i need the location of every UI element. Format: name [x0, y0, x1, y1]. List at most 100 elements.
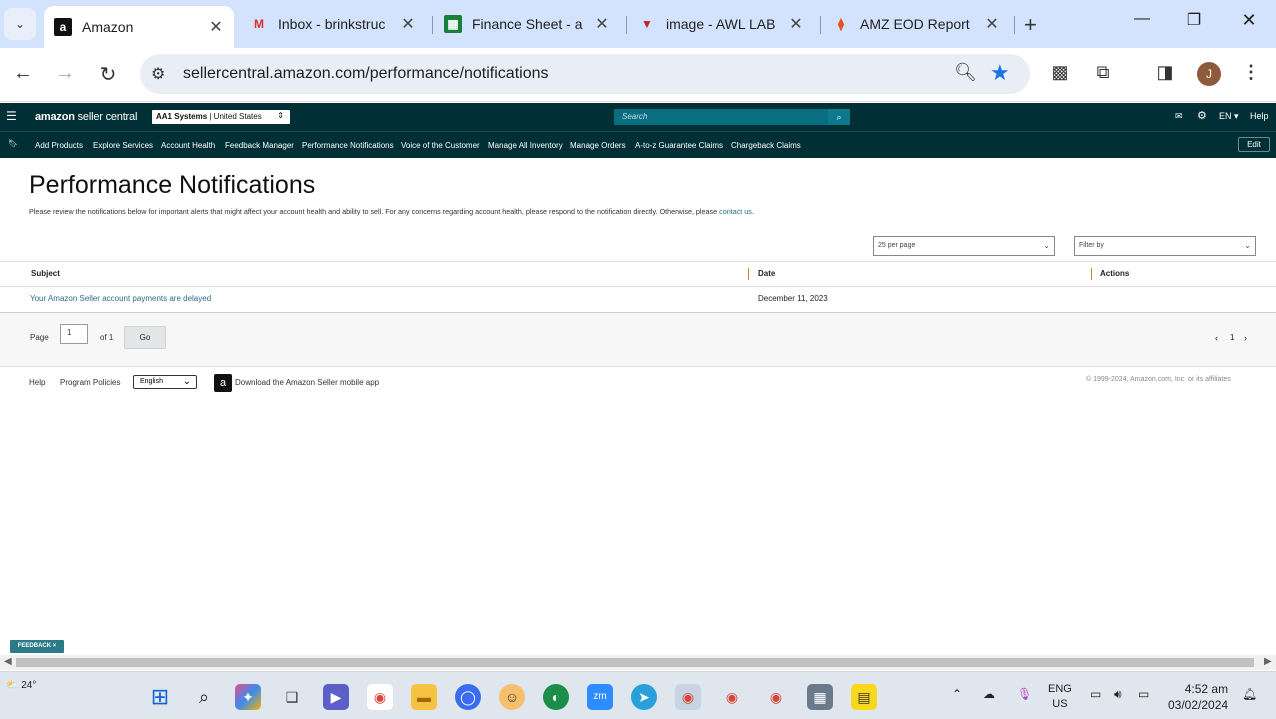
nav-account-health[interactable]: Account Health	[161, 141, 215, 150]
chrome-icon[interactable]: ◉	[367, 684, 393, 710]
zoom-app-icon[interactable]: zm	[587, 684, 613, 710]
pagination: Page 1 of 1 Go ‹ 1 ›	[0, 313, 1276, 367]
address-bar[interactable]: ⚙ sellercentral.amazon.com/performance/n…	[140, 54, 1030, 94]
amazon-app-icon[interactable]: a	[214, 374, 232, 392]
nav-manage-inventory[interactable]: Manage All Inventory	[488, 141, 563, 150]
close-icon[interactable]: ✕	[984, 14, 1000, 34]
tab-amazon[interactable]: a Amazon ✕	[44, 6, 234, 48]
windows-taskbar: ⛅ 24° ⊞ ⌕ ✦ ❑ ▶ ◉ ▬ ◯ ☺ ◐ zm ➤ ◉ ◉ ◉ ▦ ▤…	[0, 671, 1276, 719]
close-icon[interactable]: ✕	[788, 14, 804, 34]
filter-select[interactable]: Filter by ⌄	[1074, 236, 1256, 256]
weather-widget[interactable]: ⛅ 24°	[6, 680, 36, 691]
gear-icon[interactable]: ⚙	[1197, 109, 1207, 122]
bookmark-icon[interactable]: 🔖︎	[8, 139, 18, 148]
language-selector[interactable]: EN ▾	[1219, 111, 1239, 122]
footer-language-select[interactable]: English ⌄	[133, 375, 197, 389]
task-view-icon[interactable]: ❑	[279, 684, 305, 710]
cloud-offline-icon[interactable]: ☁	[983, 687, 995, 701]
tab-inbox[interactable]: M Inbox - brinkstruc ✕	[240, 6, 426, 42]
download-app-link[interactable]: Download the Amazon Seller mobile app	[235, 378, 379, 387]
nav-performance-notifications[interactable]: Performance Notifications	[302, 141, 394, 150]
edit-nav-button[interactable]: Edit	[1238, 137, 1270, 152]
footer-help-link[interactable]: Help	[29, 378, 45, 387]
forward-arrow-icon[interactable]: →	[51, 62, 79, 85]
signal-icon[interactable]: ◯	[455, 684, 481, 710]
search-icon[interactable]: ⌕	[191, 684, 217, 710]
windows-start-icon[interactable]: ⊞	[147, 684, 173, 710]
window-close-icon[interactable]: ✕	[1229, 10, 1269, 31]
tab-divider	[432, 16, 433, 34]
app-character-icon[interactable]: ☺	[499, 684, 525, 710]
nav-feedback-manager[interactable]: Feedback Manager	[225, 141, 294, 150]
tab-awl-image[interactable]: ▼ image - AWL LAB ✕	[628, 6, 814, 42]
help-link[interactable]: Help	[1250, 111, 1269, 121]
feedback-button[interactable]: FEEDBACK ×	[10, 640, 64, 653]
nav-manage-orders[interactable]: Manage Orders	[570, 141, 626, 150]
column-date[interactable]: Date	[758, 269, 775, 278]
contact-us-link[interactable]: contact us	[719, 207, 752, 216]
nav-a-to-z-claims[interactable]: A-to-z Guarantee Claims	[635, 141, 723, 150]
system-clock[interactable]: 4:52 am 03/02/2024	[1168, 681, 1228, 713]
chrome-profile-2-icon[interactable]: ◉	[719, 684, 745, 710]
nav-chargeback-claims[interactable]: Chargeback Claims	[731, 141, 801, 150]
edge-icon[interactable]: ◐	[543, 684, 569, 710]
chrome-profile-j-icon[interactable]: ◉	[675, 684, 701, 710]
file-explorer-icon[interactable]: ▬	[411, 684, 437, 710]
input-language[interactable]: ENG US	[1048, 682, 1072, 712]
reload-icon[interactable]: ↻	[94, 62, 122, 87]
per-page-select[interactable]: 25 per page ⌄	[873, 236, 1055, 256]
network-icon[interactable]: ▭	[1090, 687, 1101, 701]
current-page-number[interactable]: 1	[1230, 333, 1234, 342]
site-info-icon[interactable]: ⚙	[151, 64, 165, 84]
nav-add-products[interactable]: Add Products	[35, 141, 83, 150]
scroll-right-icon[interactable]: ▶	[1264, 656, 1272, 667]
tab-search-button[interactable]: ⌄	[4, 8, 36, 40]
back-arrow-icon[interactable]: ←	[9, 62, 37, 85]
chevron-up-icon[interactable]: ⌃	[952, 687, 962, 701]
side-panel-icon[interactable]: ◨	[1152, 62, 1178, 83]
scroll-left-icon[interactable]: ◀	[4, 656, 12, 667]
column-subject[interactable]: Subject	[31, 269, 60, 278]
sticky-notes-icon[interactable]: ▤	[851, 684, 877, 710]
microphone-icon[interactable]: 🎙︎	[1017, 687, 1032, 701]
account-switcher[interactable]: AA1 Systems | United States ⇕	[152, 110, 290, 124]
seller-central-logo[interactable]: amazon seller central	[35, 111, 137, 123]
zoom-icon[interactable]: 🔍︎	[954, 62, 977, 83]
bookmark-star-icon[interactable]: ★	[990, 60, 1010, 86]
teams-icon[interactable]: ▶	[323, 684, 349, 710]
telegram-icon[interactable]: ➤	[631, 684, 657, 710]
footer-program-policies-link[interactable]: Program Policies	[60, 378, 120, 387]
nav-voice-of-customer[interactable]: Voice of the Customer	[401, 141, 480, 150]
profile-avatar[interactable]: J	[1197, 62, 1221, 86]
notification-subject-link[interactable]: Your Amazon Seller account payments are …	[30, 294, 211, 303]
close-icon[interactable]: ✕	[400, 14, 416, 34]
close-icon[interactable]: ✕	[208, 17, 224, 37]
qr-code-icon[interactable]: ▩	[1047, 62, 1073, 83]
restore-icon[interactable]: ❐	[1174, 10, 1214, 30]
nav-explore-services[interactable]: Explore Services	[93, 141, 153, 150]
page-number-input[interactable]: 1	[60, 324, 88, 344]
copilot-icon[interactable]: ✦	[235, 684, 261, 710]
go-button[interactable]: Go	[124, 326, 166, 349]
horizontal-scrollbar[interactable]: ◀ ▶	[0, 655, 1276, 670]
battery-icon[interactable]: ▭	[1138, 687, 1149, 701]
tab-finance-sheet[interactable]: ▦ Finance Sheet - a ✕	[434, 6, 620, 42]
notification-bell-icon[interactable]: 🔔︎	[1242, 687, 1257, 701]
tab-amz-eod-report[interactable]: ⧫ AMZ EOD Report ✕	[822, 6, 1010, 42]
next-page-icon[interactable]: ›	[1244, 333, 1247, 343]
prev-page-icon[interactable]: ‹	[1215, 333, 1218, 343]
scrollbar-thumb[interactable]	[16, 658, 1254, 667]
search-icon[interactable]: ⌕	[828, 109, 850, 125]
menu-kebab-icon[interactable]: ⋮	[1238, 62, 1264, 83]
chrome-profile-m-icon[interactable]: ◉	[763, 684, 789, 710]
extensions-puzzle-icon[interactable]: ⧉	[1090, 62, 1116, 83]
close-icon[interactable]: ✕	[594, 14, 610, 34]
mail-icon[interactable]: ✉	[1175, 111, 1183, 122]
hamburger-menu-icon[interactable]: ☰	[6, 109, 17, 123]
new-tab-plus-icon[interactable]: +	[1024, 12, 1037, 38]
minimize-icon[interactable]: —	[1122, 10, 1162, 28]
url-text[interactable]: sellercentral.amazon.com/performance/not…	[183, 65, 549, 83]
volume-icon[interactable]: 🔊︎	[1114, 687, 1122, 702]
search-input[interactable]: Search	[614, 109, 828, 125]
calculator-icon[interactable]: ▦	[807, 684, 833, 710]
